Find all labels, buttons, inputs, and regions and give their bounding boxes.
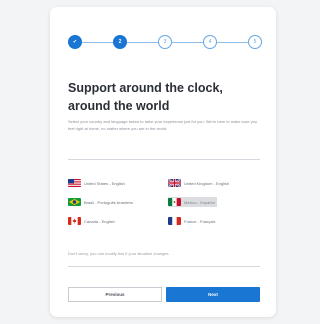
uk-flag-icon xyxy=(168,179,181,187)
language-option-us[interactable]: United States - English xyxy=(68,178,127,188)
language-label: Brasil - Português brasileiro xyxy=(84,199,134,205)
brazil-flag-icon xyxy=(68,198,81,206)
language-option-france[interactable]: France - Français xyxy=(168,216,217,226)
language-label: United States - English xyxy=(84,180,125,186)
language-option-uk[interactable]: United Kingdom - English xyxy=(168,178,231,188)
step-connector xyxy=(172,42,203,43)
step-connector xyxy=(127,42,158,43)
mexico-flag-icon xyxy=(168,198,181,206)
language-label: United Kingdom - English xyxy=(184,180,230,186)
step-2[interactable]: 2 xyxy=(113,35,127,49)
next-button[interactable]: Next xyxy=(166,287,260,302)
language-option-canada[interactable]: Canada - English xyxy=(68,216,117,226)
language-label: México - Español xyxy=(184,199,215,205)
language-label: Canada - English xyxy=(84,218,115,224)
divider xyxy=(68,159,260,160)
france-flag-icon xyxy=(168,217,181,225)
language-option-mexico[interactable]: México - Español xyxy=(168,197,217,207)
progress-stepper: ✔ 2 3 4 5 xyxy=(68,35,262,51)
step-4[interactable]: 4 xyxy=(203,35,217,49)
us-flag-icon xyxy=(68,179,81,187)
helper-note: Don't worry, you can modify this if your… xyxy=(68,251,170,256)
step-1-check-icon[interactable]: ✔ xyxy=(68,35,82,49)
page-title: Support around the clock, around the wor… xyxy=(68,79,268,115)
onboarding-card: ✔ 2 3 4 5 Support around the clock, arou… xyxy=(50,7,276,317)
step-3[interactable]: 3 xyxy=(158,35,172,49)
language-option-brazil[interactable]: Brasil - Português brasileiro xyxy=(68,197,135,207)
page-description: Select your country and language below t… xyxy=(68,119,258,131)
language-label: France - Français xyxy=(184,218,216,224)
step-connector xyxy=(217,42,248,43)
divider xyxy=(68,266,260,267)
canada-flag-icon xyxy=(68,217,81,225)
title-line-1: Support around the clock, xyxy=(68,81,223,95)
previous-button[interactable]: Previous xyxy=(68,287,162,302)
step-5[interactable]: 5 xyxy=(248,35,262,49)
title-line-2: around the world xyxy=(68,99,170,113)
step-connector xyxy=(82,42,113,43)
